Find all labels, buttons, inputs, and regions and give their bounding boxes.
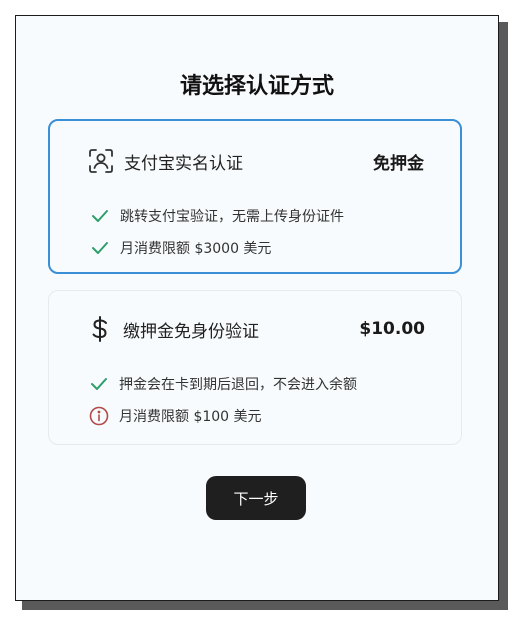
check-icon	[90, 238, 110, 258]
dollar-icon	[87, 316, 113, 342]
feature-text: 押金会在卡到期后退回，不会进入余额	[119, 377, 357, 393]
check-icon	[89, 374, 109, 394]
option-price: 免押金	[373, 153, 424, 174]
option-title: 缴押金免身份验证	[123, 321, 259, 342]
feature-item: 押金会在卡到期后退回，不会进入余额	[89, 368, 441, 400]
auth-method-dialog: 请选择认证方式 支付宝实名认证 免押金 跳转支付宝验证，无需上传身份证件 月消费…	[15, 15, 499, 601]
feature-text: 月消费限额 $100 美元	[119, 409, 262, 425]
option-header: 缴押金免身份验证 $10.00	[87, 315, 425, 343]
face-scan-icon	[88, 148, 114, 174]
dialog-title: 请选择认证方式	[179, 74, 334, 99]
feature-list: 跳转支付宝验证，无需上传身份证件 月消费限额 $3000 美元	[90, 200, 440, 264]
feature-item: 跳转支付宝验证，无需上传身份证件	[90, 200, 440, 232]
option-title: 支付宝实名认证	[124, 153, 243, 174]
info-icon	[89, 406, 109, 426]
feature-text: 跳转支付宝验证，无需上传身份证件	[120, 209, 344, 225]
option-header: 支付宝实名认证 免押金	[88, 147, 424, 175]
check-icon	[90, 206, 110, 226]
option-deposit-card[interactable]: 缴押金免身份验证 $10.00 押金会在卡到期后退回，不会进入余额 月消费限额	[48, 290, 462, 445]
feature-item: 月消费限额 $100 美元	[89, 400, 441, 432]
next-button[interactable]: 下一步	[206, 476, 306, 520]
feature-list: 押金会在卡到期后退回，不会进入余额 月消费限额 $100 美元	[89, 368, 441, 432]
feature-text: 月消费限额 $3000 美元	[120, 241, 272, 257]
option-alipay-card[interactable]: 支付宝实名认证 免押金 跳转支付宝验证，无需上传身份证件 月消费限额 $3000…	[48, 119, 462, 274]
feature-item: 月消费限额 $3000 美元	[90, 232, 440, 264]
option-price: $10.00	[359, 319, 425, 339]
